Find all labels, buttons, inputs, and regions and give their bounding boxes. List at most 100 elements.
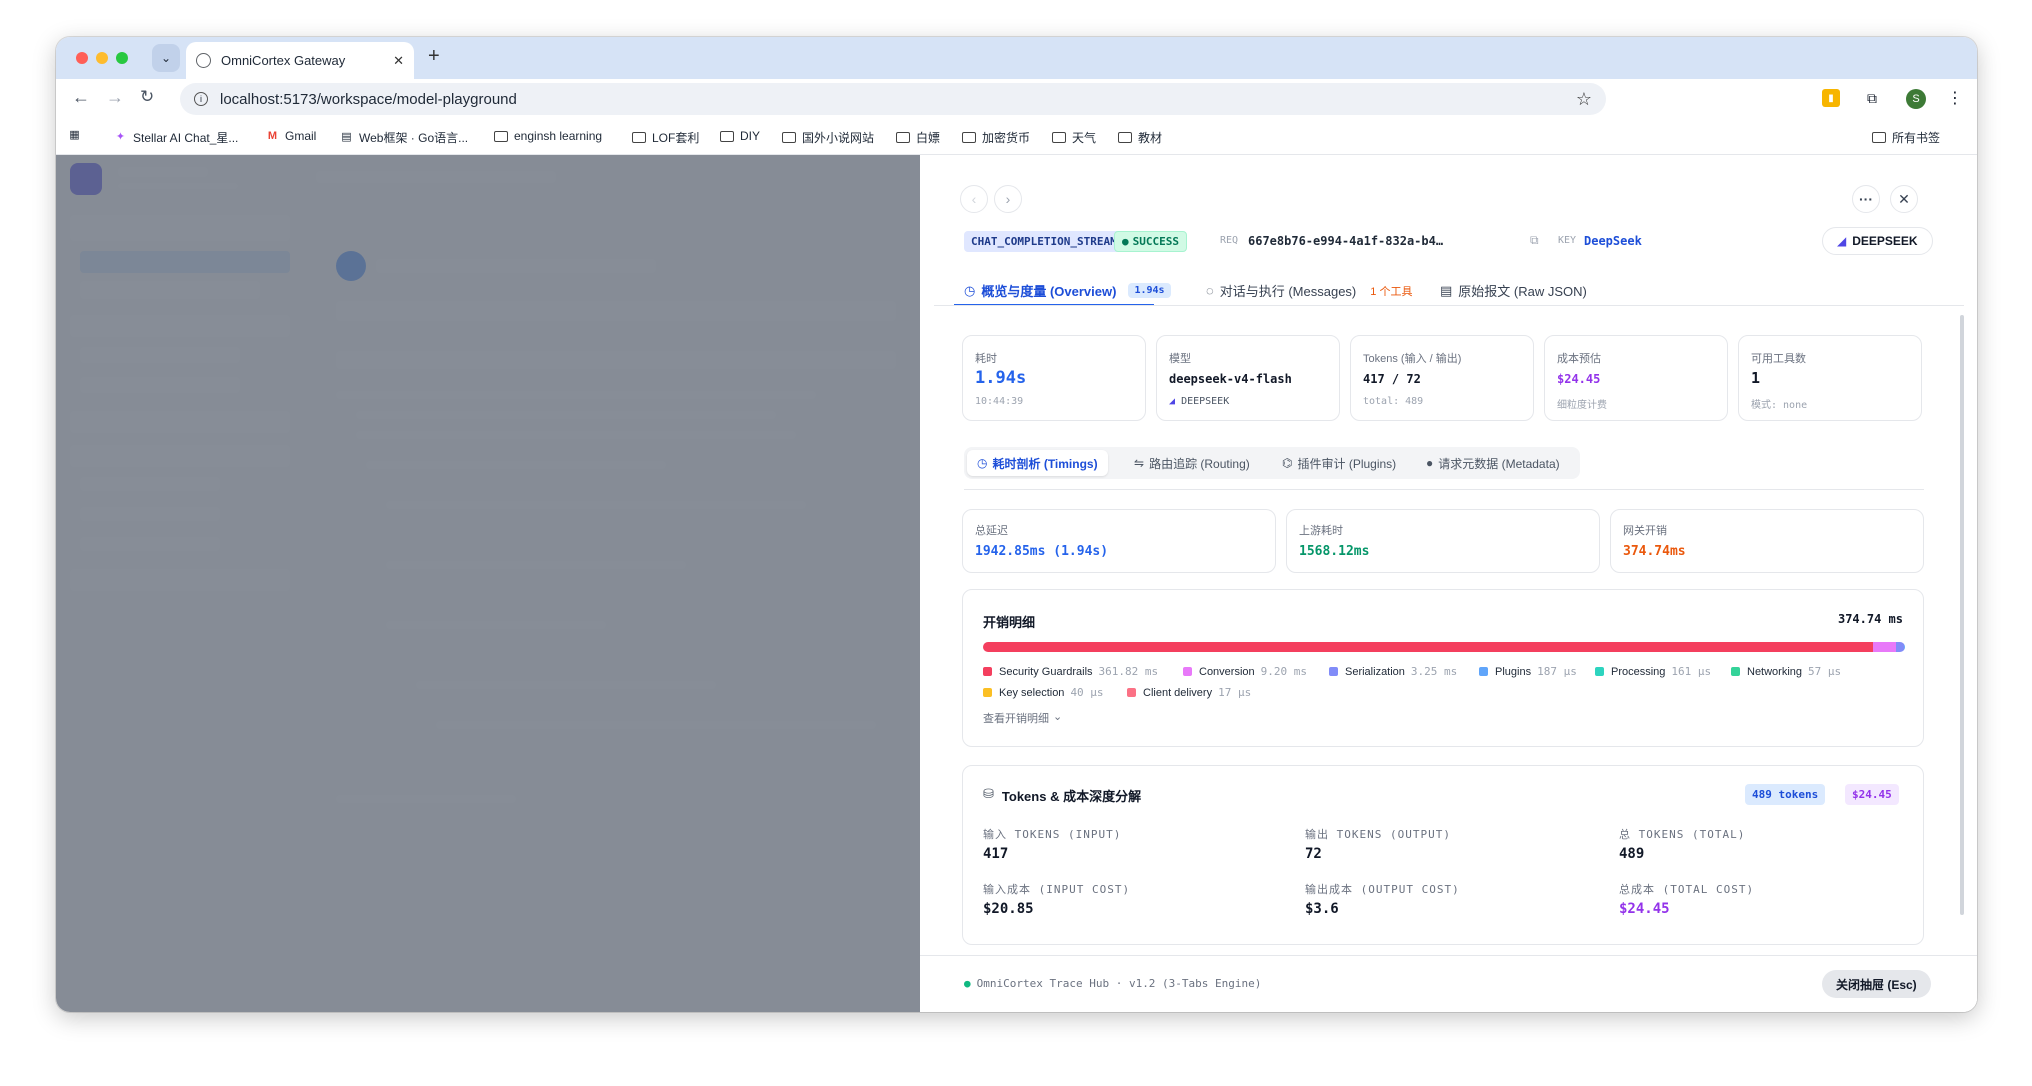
- copy-icon[interactable]: ⧉: [1530, 233, 1539, 248]
- all-bookmarks[interactable]: 所有书签: [1872, 129, 1940, 146]
- trace-drawer: ‹ › ··· ✕ CHAT_COMPLETION_STREAM ● SUCCES…: [920, 155, 1977, 1012]
- new-tab-plus-icon[interactable]: +: [428, 45, 440, 68]
- bookmarks-bar: ▦ ✦ Stellar AI Chat_星... M Gmail ▤ Web框架 · …: [56, 119, 1977, 155]
- overhead-segment: [983, 642, 1874, 652]
- info-icon: ●: [1426, 456, 1434, 470]
- request-id: 667e8b76-e994-4a1f-832a-b4…: [1248, 234, 1444, 248]
- bookmark-star-icon[interactable]: ☆: [1576, 89, 1592, 110]
- maximize-window-button[interactable]: [116, 52, 128, 64]
- apps-grid-icon[interactable]: ▦: [68, 129, 87, 142]
- browser-window: ⌄ OmniCortex Gateway ✕ + ← → ↻ i localho…: [56, 37, 1977, 1012]
- close-drawer-button[interactable]: 关闭抽屉 (Esc): [1822, 970, 1931, 998]
- subtab-plugins[interactable]: ⌬ 插件审计 (Plugins): [1272, 450, 1406, 476]
- tab-bar: ⌄ OmniCortex Gateway ✕ +: [56, 37, 1977, 79]
- req-label: REQ: [1220, 235, 1239, 246]
- subtab-group: ◷ 耗时剖析 (Timings) ⇋ 路由追踪 (Routing) ⌬ 插件审计 (P…: [964, 447, 1580, 479]
- stat-card-tokens: Tokens (输入 / 输出) 417 / 72 total: 489: [1350, 335, 1534, 421]
- drawer-backdrop[interactable]: [56, 155, 920, 1012]
- subtab-routing[interactable]: ⇋ 路由追踪 (Routing): [1124, 450, 1260, 476]
- output-tokens-value: 72: [1305, 846, 1322, 862]
- kebab-menu-icon[interactable]: ⋮: [1946, 89, 1964, 107]
- bookmark-item[interactable]: ✦ Stellar AI Chat_星...: [114, 129, 239, 146]
- browser-toolbar: ← → ↻ i localhost:5173/workspace/model-p…: [56, 79, 1977, 119]
- prev-chevron-icon[interactable]: ‹: [960, 185, 988, 213]
- input-tokens-label: 输入 TOKENS (INPUT): [983, 828, 1122, 841]
- bookmark-item[interactable]: 白嫖: [896, 129, 940, 146]
- back-arrow-icon[interactable]: ←: [72, 87, 90, 108]
- subtab-timings[interactable]: ◷ 耗时剖析 (Timings): [967, 450, 1108, 476]
- reload-icon[interactable]: ↻: [140, 87, 154, 107]
- tab-search-chevron-icon[interactable]: ⌄: [152, 44, 180, 72]
- provider-button[interactable]: ◢ DEEPSEEK: [1822, 227, 1933, 255]
- deepseek-whale-icon: ◢: [1169, 396, 1176, 407]
- tab-title: OmniCortex Gateway: [221, 53, 346, 68]
- drawer-scrollbar[interactable]: [1960, 315, 1964, 915]
- stat-card-cost: 成本预估 $24.45 细粒度计费: [1544, 335, 1728, 421]
- bookmark-item[interactable]: M Gmail: [266, 129, 316, 143]
- overhead-segment: [1895, 642, 1904, 652]
- input-tokens-value: 417: [983, 846, 1009, 862]
- tab-raw-json[interactable]: ▤ 原始报文 (Raw JSON): [1440, 281, 1587, 300]
- plug-icon: ⌬: [1282, 456, 1293, 470]
- stat-card-model: 模型 deepseek-v4-flash ◢ DEEPSEEK: [1156, 335, 1340, 421]
- close-drawer-icon[interactable]: ✕: [1890, 185, 1918, 213]
- bookmark-item[interactable]: 教材: [1118, 129, 1162, 146]
- tokens-badge: 489 tokens: [1745, 784, 1826, 805]
- output-tokens-label: 输出 TOKENS (OUTPUT): [1305, 828, 1451, 841]
- legend-item: Serialization 3.25 ms: [1329, 665, 1457, 678]
- latency-card-upstream: 上游耗时 1568.12ms: [1286, 509, 1600, 573]
- latency-card-gateway: 网关开销 374.74ms: [1610, 509, 1924, 573]
- next-chevron-icon[interactable]: ›: [994, 185, 1022, 213]
- forward-arrow-icon[interactable]: →: [106, 87, 124, 108]
- more-ellipsis-icon[interactable]: ···: [1852, 185, 1880, 213]
- latency-card-total: 总延迟 1942.85ms (1.94s): [962, 509, 1276, 573]
- tab-overview[interactable]: ◷ 概览与度量 (Overview) 1.94s: [964, 281, 1171, 300]
- overhead-total: 374.74 ms: [1837, 612, 1903, 626]
- tokens-cost-title: ⛁ Tokens & 成本深度分解: [983, 786, 1142, 804]
- profile-avatar[interactable]: S: [1906, 89, 1926, 109]
- bookmark-item[interactable]: 国外小说网站: [782, 129, 874, 146]
- bookmark-item[interactable]: ▤ Web框架 · Go语言...: [340, 129, 468, 146]
- close-tab-icon[interactable]: ✕: [393, 53, 404, 69]
- tokens-cost-card: ⛁ Tokens & 成本深度分解 489 tokens $24.45 输入 T…: [962, 765, 1924, 945]
- minimize-window-button[interactable]: [96, 52, 108, 64]
- legend-item: Networking 57 μs: [1731, 665, 1841, 678]
- tab-messages[interactable]: ◌ 对话与执行 (Messages) 1 个工具: [1206, 281, 1412, 300]
- legend-item: Plugins 187 μs: [1479, 665, 1577, 678]
- close-window-button[interactable]: [76, 52, 88, 64]
- key-label: KEY: [1558, 235, 1577, 246]
- bookmark-item[interactable]: enginsh learning: [494, 129, 602, 143]
- drawer-footer: ● OmniCortex Trace Hub · v1.2 (3-Tabs En…: [920, 955, 1977, 1012]
- expand-overhead-link[interactable]: 查看开销明细 ⌄: [983, 710, 1062, 726]
- stat-card-duration: 耗时 1.94s 10:44:39: [962, 335, 1146, 421]
- api-key-name: DeepSeek: [1584, 234, 1642, 248]
- total-tokens-value: 489: [1619, 846, 1645, 862]
- subtab-divider: [964, 489, 1924, 490]
- legend-item: Client delivery 17 μs: [1127, 686, 1251, 699]
- total-cost-value: $24.45: [1619, 901, 1670, 917]
- bookmark-item[interactable]: 天气: [1052, 129, 1096, 146]
- puzzle-extensions-icon[interactable]: ⧉: [1863, 89, 1881, 107]
- page-content: ‹ › ··· ✕ CHAT_COMPLETION_STREAM ● SUCCES…: [56, 155, 1977, 1012]
- route-icon: ⇋: [1134, 456, 1145, 470]
- browser-tab-active[interactable]: OmniCortex Gateway ✕: [186, 42, 414, 79]
- bookmark-item[interactable]: LOF套利: [632, 129, 699, 146]
- chevron-down-icon: ⌄: [1053, 711, 1063, 723]
- subtab-metadata[interactable]: ● 请求元数据 (Metadata): [1416, 450, 1570, 476]
- address-bar[interactable]: i localhost:5173/workspace/model-playgro…: [180, 83, 1606, 115]
- site-info-icon[interactable]: i: [194, 92, 208, 106]
- extension-icon[interactable]: ▮: [1822, 89, 1840, 107]
- globe-icon: [196, 53, 211, 68]
- output-cost-label: 输出成本 (OUTPUT COST): [1305, 883, 1460, 896]
- request-type-badge: CHAT_COMPLETION_STREAM: [964, 231, 1124, 252]
- legend-item: Processing 161 μs: [1595, 665, 1711, 678]
- bookmark-item[interactable]: DIY: [720, 129, 760, 143]
- legend-item: Key selection 40 μs: [983, 686, 1104, 699]
- status-dot-icon: ●: [964, 977, 971, 990]
- total-cost-label: 总成本 (TOTAL COST): [1619, 883, 1755, 896]
- stat-card-tools: 可用工具数 1 模式: none: [1738, 335, 1922, 421]
- overhead-title: 开销明细: [983, 615, 1036, 630]
- bookmark-item[interactable]: 加密货币: [962, 129, 1030, 146]
- legend-item: Conversion 9.20 ms: [1183, 665, 1307, 678]
- file-icon: ▤: [1440, 282, 1453, 298]
